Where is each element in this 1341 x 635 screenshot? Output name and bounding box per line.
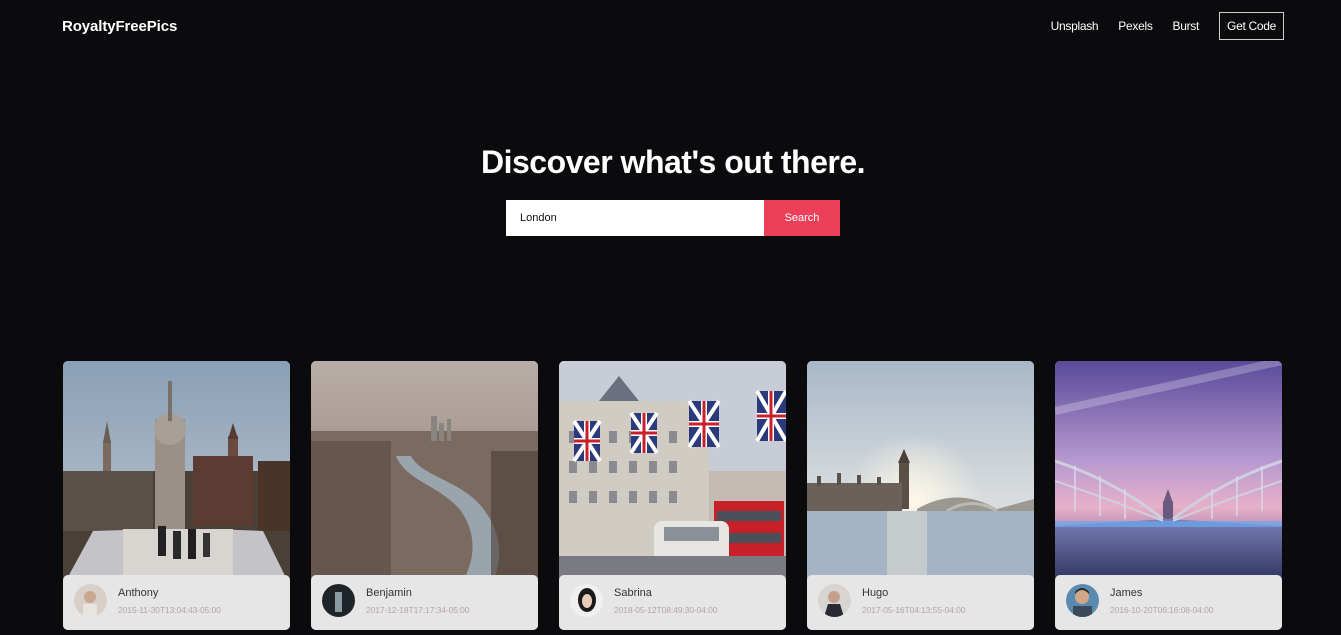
nav-link-unsplash[interactable]: Unsplash: [1051, 19, 1099, 33]
photo-card[interactable]: James 2016-10-20T06:16:08-04:00: [1055, 361, 1282, 630]
brand-logo[interactable]: RoyaltyFreePics: [62, 18, 177, 35]
author-name[interactable]: Benjamin: [366, 587, 412, 599]
author-name[interactable]: Sabrina: [614, 587, 652, 599]
avatar[interactable]: [322, 584, 355, 617]
photo-card-footer: Anthony 2015-11-30T13:04:43-05:00: [63, 575, 290, 630]
photo-card-footer: Benjamin 2017-12-18T17:17:34-05:00: [311, 575, 538, 630]
nav-link-burst[interactable]: Burst: [1173, 19, 1200, 33]
photo-image[interactable]: [559, 361, 786, 586]
search-bar: Search: [506, 200, 840, 236]
author-name[interactable]: Anthony: [118, 587, 158, 599]
photo-image[interactable]: [1055, 361, 1282, 586]
author-name[interactable]: Hugo: [862, 587, 888, 599]
photo-card-footer: Sabrina 2018-05-12T08:49:30-04:00: [559, 575, 786, 630]
avatar[interactable]: [818, 584, 851, 617]
navbar: RoyaltyFreePics Unsplash Pexels Burst Ge…: [0, 0, 1341, 54]
photo-image[interactable]: [63, 361, 290, 586]
photo-image[interactable]: [807, 361, 1034, 586]
get-code-button[interactable]: Get Code: [1219, 12, 1284, 40]
photo-card[interactable]: Benjamin 2017-12-18T17:17:34-05:00: [311, 361, 538, 630]
photo-card[interactable]: Hugo 2017-05-16T04:13:55-04:00: [807, 361, 1034, 630]
hero-title: Discover what's out there.: [480, 144, 866, 180]
nav-links: Unsplash Pexels Burst Get Code: [1051, 12, 1284, 40]
photo-card-footer: James 2016-10-20T06:16:08-04:00: [1055, 575, 1282, 630]
avatar[interactable]: [570, 584, 603, 617]
search-button[interactable]: Search: [764, 200, 840, 236]
photo-card[interactable]: Anthony 2015-11-30T13:04:43-05:00: [63, 361, 290, 630]
nav-link-pexels[interactable]: Pexels: [1118, 19, 1153, 33]
photo-date: 2015-11-30T13:04:43-05:00: [118, 605, 221, 615]
photo-date: 2018-05-12T08:49:30-04:00: [614, 605, 718, 615]
author-name[interactable]: James: [1110, 587, 1142, 599]
photo-grid: Anthony 2015-11-30T13:04:43-05:00 Benjam…: [63, 361, 1282, 630]
avatar[interactable]: [74, 584, 107, 617]
photo-date: 2016-10-20T06:16:08-04:00: [1110, 605, 1214, 615]
photo-card-footer: Hugo 2017-05-16T04:13:55-04:00: [807, 575, 1034, 630]
photo-image[interactable]: [311, 361, 538, 586]
photo-date: 2017-05-16T04:13:55-04:00: [862, 605, 966, 615]
photo-date: 2017-12-18T17:17:34-05:00: [366, 605, 470, 615]
photo-card[interactable]: Sabrina 2018-05-12T08:49:30-04:00: [559, 361, 786, 630]
avatar[interactable]: [1066, 584, 1099, 617]
search-input[interactable]: [506, 200, 764, 236]
